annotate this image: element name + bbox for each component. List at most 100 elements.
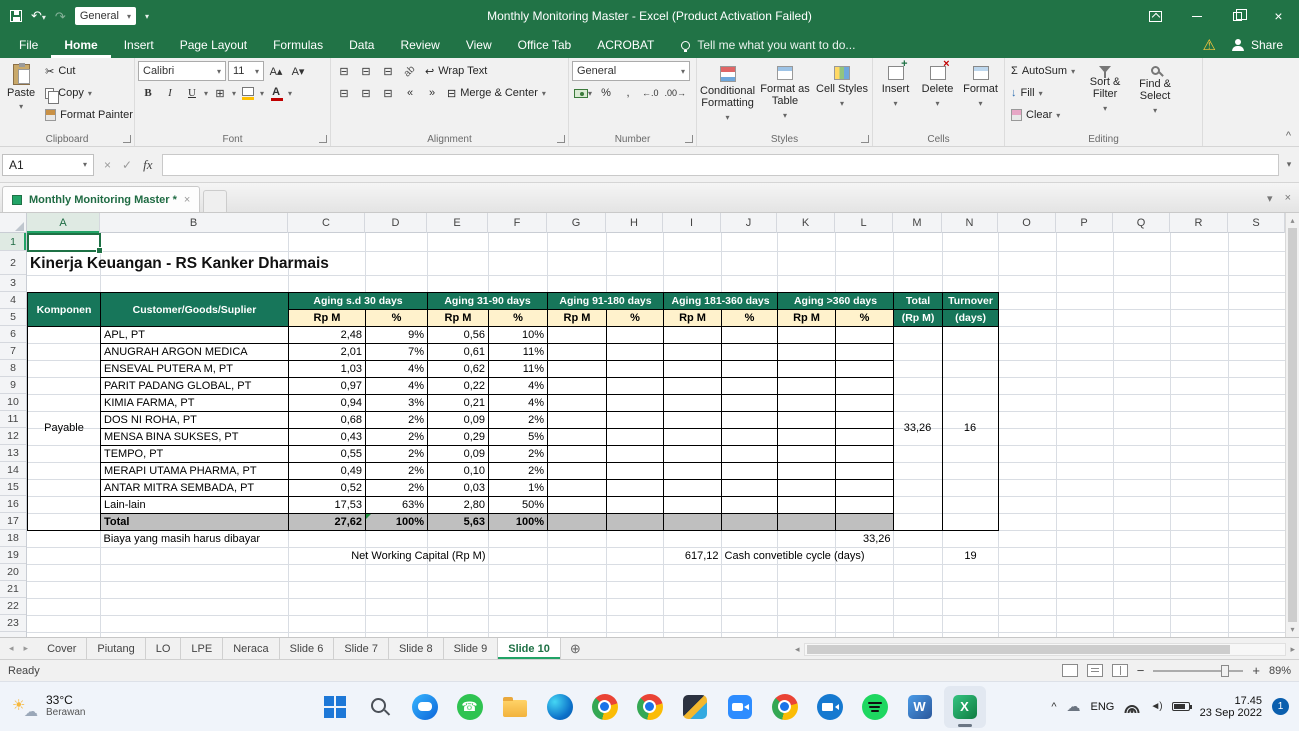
cell-supplier-name[interactable]: APL, PT xyxy=(100,326,289,344)
wrap-text-button[interactable]: ↩ Wrap Text xyxy=(422,61,490,81)
row-header[interactable]: 5 xyxy=(0,309,26,326)
sheet-title-cell[interactable]: Kinerja Keuangan - RS Kanker Dharmais xyxy=(30,252,329,276)
cell-supplier-name[interactable]: ENSEVAL PUTERA M, PT xyxy=(100,360,289,378)
fill-button[interactable]: ↓ Fill ▾ xyxy=(1008,83,1078,103)
page-break-view-button[interactable] xyxy=(1111,664,1128,677)
chat-app-button[interactable] xyxy=(404,686,446,728)
subheader-rp[interactable]: Rp M xyxy=(288,309,366,327)
cell-empty[interactable] xyxy=(943,531,999,548)
cell-empty[interactable] xyxy=(663,326,723,344)
header-aging-360[interactable]: Aging 181-360 days xyxy=(663,292,779,310)
ribbon-display-options-button[interactable] xyxy=(1135,0,1176,32)
cell-aging30-pct[interactable]: 4% xyxy=(365,377,428,395)
cell-empty[interactable] xyxy=(835,411,895,429)
decrease-decimal-button[interactable]: .00→ xyxy=(663,83,689,103)
cell-styles-button[interactable]: Cell Styles ▾ xyxy=(815,61,869,131)
redo-icon[interactable]: ↷ xyxy=(55,10,66,23)
alignment-dialog-launcher-icon[interactable] xyxy=(557,135,565,143)
cell-empty[interactable] xyxy=(721,479,779,497)
cell-aging90-pct[interactable]: 4% xyxy=(488,377,548,395)
cell-empty[interactable] xyxy=(777,445,837,463)
cell-supplier-name[interactable]: PARIT PADANG GLOBAL, PT xyxy=(100,377,289,395)
cell-aging30-pct[interactable]: 2% xyxy=(365,411,428,429)
whatsapp-button[interactable]: ☎ xyxy=(449,686,491,728)
cell-empty[interactable] xyxy=(547,377,607,395)
cell-aging90-pct[interactable]: 2% xyxy=(488,445,548,463)
cell-empty[interactable] xyxy=(28,548,101,565)
tab-formulas[interactable]: Formulas xyxy=(260,32,336,58)
cell-ccc-value[interactable]: 19 xyxy=(943,548,999,565)
number-dialog-launcher-icon[interactable] xyxy=(685,135,693,143)
bold-button[interactable]: B xyxy=(138,83,158,103)
insert-cells-button[interactable]: Insert ▾ xyxy=(876,58,915,131)
expand-formula-bar-icon[interactable]: ▾ xyxy=(1279,159,1299,170)
subheader-rp[interactable]: Rp M xyxy=(547,309,607,327)
cell-aging30-pct[interactable]: 3% xyxy=(365,394,428,412)
cell-empty[interactable] xyxy=(663,343,723,361)
subheader-rp[interactable]: Rp M xyxy=(777,309,837,327)
cell-empty[interactable] xyxy=(605,496,665,514)
column-header[interactable]: G xyxy=(547,213,606,233)
save-icon[interactable] xyxy=(10,10,22,22)
column-header[interactable]: A xyxy=(27,213,100,233)
scroll-up-icon[interactable]: ▴ xyxy=(1290,216,1294,225)
cell-empty[interactable] xyxy=(777,513,837,531)
borders-button[interactable]: ⊞ xyxy=(210,83,230,103)
cell-empty[interactable] xyxy=(605,462,665,480)
cell-aging30-pct[interactable]: 2% xyxy=(365,428,428,446)
tray-expand-icon[interactable]: ^ xyxy=(1051,701,1056,713)
column-header[interactable]: C xyxy=(288,213,365,233)
sheet-tab-slide-7[interactable]: Slide 7 xyxy=(334,638,389,659)
cell-empty[interactable] xyxy=(777,479,837,497)
format-painter-button[interactable]: Format Painter xyxy=(42,105,136,125)
cell-accrued-value[interactable]: 33,26 xyxy=(836,531,894,548)
word-button[interactable]: W xyxy=(899,686,941,728)
tell-me-box[interactable]: Tell me what you want to do... xyxy=(667,32,855,58)
meeting-app-button[interactable] xyxy=(719,686,761,728)
cell-supplier-name[interactable]: DOS NI ROHA, PT xyxy=(100,411,289,429)
cell-total-label[interactable]: Total xyxy=(100,513,289,531)
cell-total-value[interactable]: 33,26 xyxy=(893,326,942,530)
cell-empty[interactable] xyxy=(835,343,895,361)
tab-review[interactable]: Review xyxy=(387,32,452,58)
cancel-entry-icon[interactable]: × xyxy=(104,158,111,172)
column-header[interactable]: L xyxy=(835,213,893,233)
zoom-out-button[interactable]: − xyxy=(1137,663,1145,678)
cell-aging90-rp[interactable]: 0,09 xyxy=(427,445,489,463)
cell-aging90-rp[interactable]: 0,61 xyxy=(427,343,489,361)
cell-aging90-pct[interactable]: 50% xyxy=(488,496,548,514)
cell-empty[interactable] xyxy=(547,479,607,497)
row-header[interactable]: 22 xyxy=(0,598,26,615)
row-header[interactable]: 17 xyxy=(0,513,26,530)
cell-aging90-rp[interactable]: 0,56 xyxy=(427,326,489,344)
cell-empty[interactable] xyxy=(101,548,289,565)
workbook-tab[interactable]: Monthly Monitoring Master * × xyxy=(2,186,201,212)
onedrive-icon[interactable]: ☁ xyxy=(1067,698,1081,715)
cell-empty[interactable] xyxy=(663,377,723,395)
cell-aging30-rp[interactable]: 1,03 xyxy=(288,360,366,378)
cell-empty[interactable] xyxy=(547,343,607,361)
cell-empty[interactable] xyxy=(28,531,101,548)
cell-empty[interactable] xyxy=(663,411,723,429)
volume-icon[interactable]: ◄) xyxy=(1150,701,1162,712)
scroll-right-icon[interactable]: ▸ xyxy=(1290,644,1295,655)
cell-empty[interactable] xyxy=(835,479,895,497)
column-header[interactable]: K xyxy=(777,213,835,233)
chrome-button[interactable] xyxy=(584,686,626,728)
select-all-corner[interactable] xyxy=(0,213,27,233)
cell-empty[interactable] xyxy=(605,479,665,497)
cell-aging90-rp[interactable]: 0,09 xyxy=(427,411,489,429)
horizontal-scroll-thumb[interactable] xyxy=(806,644,1230,654)
vertical-scroll-thumb[interactable] xyxy=(1288,228,1297,622)
conditional-formatting-button[interactable]: Conditional Formatting ▾ xyxy=(700,61,755,131)
active-cell-selection[interactable] xyxy=(27,233,103,254)
cell-empty[interactable] xyxy=(721,326,779,344)
zoom-in-button[interactable]: + xyxy=(1252,663,1260,678)
column-header[interactable]: F xyxy=(488,213,547,233)
cell-supplier-name[interactable]: KIMIA FARMA, PT xyxy=(100,394,289,412)
sheet-tab-piutang[interactable]: Piutang xyxy=(87,638,146,659)
column-header[interactable]: E xyxy=(427,213,488,233)
cell-supplier-name[interactable]: ANTAR MITRA SEMBADA, PT xyxy=(100,479,289,497)
row-header[interactable]: 10 xyxy=(0,394,26,411)
fill-color-dropdown-icon[interactable]: ▾ xyxy=(260,89,264,98)
